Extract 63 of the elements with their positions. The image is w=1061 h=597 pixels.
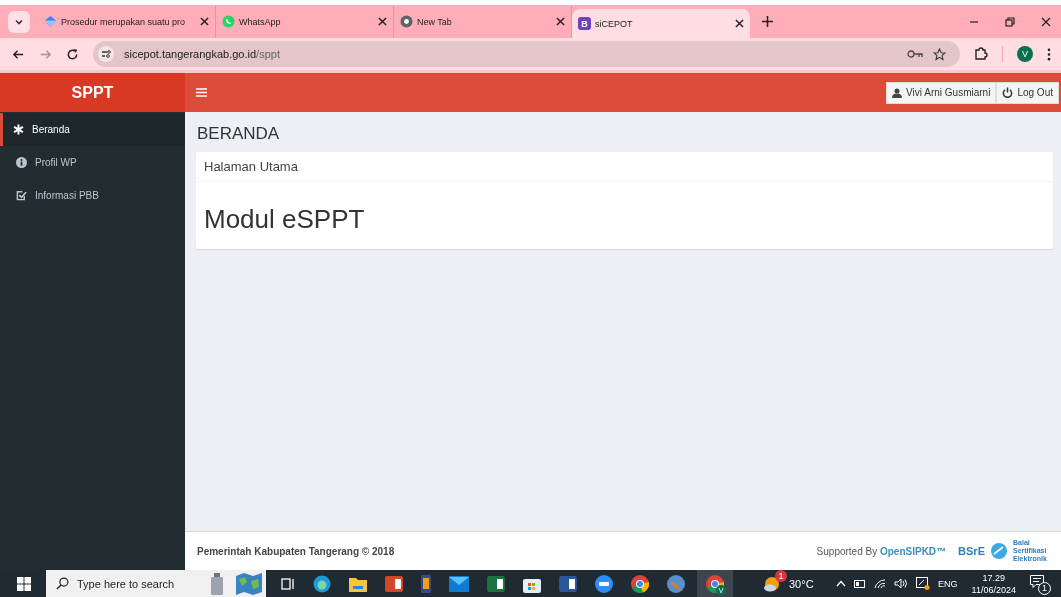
site-settings-icon[interactable] (98, 46, 114, 62)
card-title: Halaman Utama (196, 152, 1053, 182)
wifi-icon[interactable] (874, 578, 887, 589)
tab-title: Prosedur merupakan suatu pro (61, 16, 187, 27)
menu-icon[interactable] (1047, 47, 1051, 61)
puzzle-icon[interactable] (974, 47, 988, 61)
search-icon (56, 577, 69, 590)
clock[interactable]: 17.29 11/06/2024 (971, 571, 1016, 596)
url-text: sicepot.tangerangkab.go.id/sppt (124, 48, 280, 60)
page-title: BERANDA (197, 124, 281, 144)
user-button[interactable]: Vivi Arni Gusmiarni (886, 81, 997, 104)
battery-icon[interactable] (854, 579, 867, 588)
profile-button[interactable]: V (1017, 46, 1033, 62)
restore-icon[interactable] (1005, 16, 1015, 27)
language-indicator[interactable]: ENG (938, 578, 958, 589)
mail-icon[interactable] (449, 575, 469, 592)
spreadsheet-app-icon[interactable] (487, 575, 505, 592)
bsre-logo: BSrE (958, 545, 985, 557)
brand-logo[interactable]: SPPT (0, 73, 185, 112)
close-icon[interactable] (556, 17, 565, 26)
speaker-icon[interactable] (894, 578, 909, 589)
check-square-icon (16, 190, 27, 201)
tab-title: New Tab (417, 16, 453, 27)
supported-by-text: Supported By OpenSIPKD™ (816, 545, 947, 557)
task-view-icon[interactable] (281, 576, 295, 591)
info-icon (16, 157, 27, 168)
close-icon[interactable] (378, 17, 387, 26)
notification-button[interactable]: 1 (1030, 572, 1051, 595)
pen-tablet-icon[interactable] (916, 577, 931, 590)
taskbar-search-field[interactable]: Type here to search (46, 570, 266, 597)
close-icon[interactable] (1041, 16, 1051, 27)
chevron-up-icon[interactable] (836, 580, 847, 587)
tab-title: siCEPOT (595, 18, 634, 29)
presentation-app-icon[interactable] (385, 575, 403, 592)
address-field[interactable]: sicepot.tangerangkab.go.id/sppt (93, 41, 960, 67)
close-icon[interactable] (200, 17, 209, 26)
asterisk-icon (13, 124, 24, 135)
phone-app-icon[interactable] (421, 574, 431, 593)
browser-tab[interactable]: B siCEPOT (572, 9, 750, 38)
module-heading: Modul eSPPT (203, 203, 366, 236)
user-icon (892, 87, 903, 98)
document-app-icon[interactable] (559, 575, 577, 592)
site-logo-icon: B (578, 17, 591, 30)
windows-start-icon[interactable] (17, 576, 31, 591)
diamond-icon (44, 15, 57, 28)
notification-icon (1030, 574, 1044, 588)
chat-bubble-icon (222, 15, 235, 28)
chrome-icon[interactable] (631, 574, 649, 593)
sidebar-item[interactable]: Profil WP (0, 146, 185, 179)
sidebar-item[interactable]: Informasi PBB (0, 179, 185, 212)
sidebar-item[interactable]: Beranda (0, 113, 185, 146)
star-icon[interactable] (933, 47, 946, 61)
new-tab-icon[interactable] (762, 16, 773, 27)
key-icon[interactable] (907, 49, 923, 59)
logout-button[interactable]: Log Out (996, 81, 1059, 104)
power-icon (1002, 87, 1014, 98)
tab-title: WhatsApp (239, 16, 282, 27)
folder-icon[interactable] (349, 575, 367, 592)
reload-icon[interactable] (66, 47, 79, 61)
map-icon (236, 572, 262, 595)
copyright-text: Pemerintah Kabupaten Tangerang © 2018 (197, 545, 395, 557)
tab-search-button[interactable] (8, 10, 30, 33)
close-icon[interactable] (735, 19, 744, 28)
